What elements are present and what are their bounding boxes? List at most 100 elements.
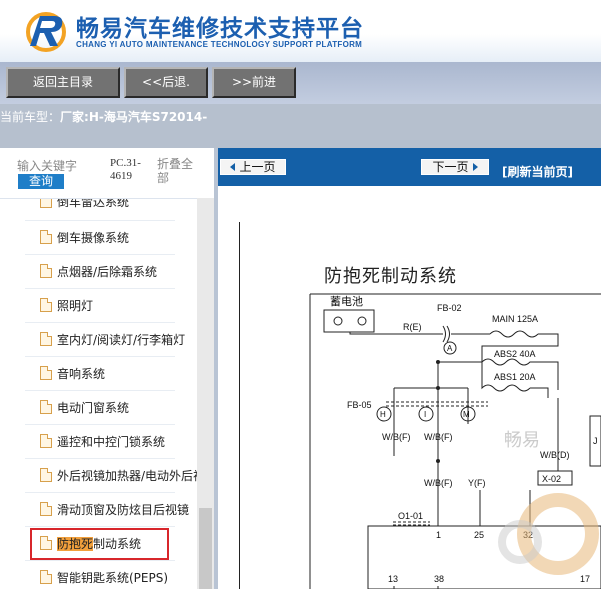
divider bbox=[25, 356, 175, 357]
connector-i-label: I bbox=[424, 410, 426, 419]
connector-label: X-02 bbox=[542, 474, 561, 484]
document-icon bbox=[40, 298, 52, 312]
divider bbox=[25, 458, 175, 459]
divider bbox=[25, 288, 175, 289]
tree-item[interactable]: 倒车雷达系统 bbox=[40, 198, 197, 213]
tree-item[interactable]: 照明灯 bbox=[40, 295, 197, 317]
arrow-left-icon bbox=[230, 163, 236, 171]
tree-item[interactable]: 遥控和中控门锁系统 bbox=[40, 431, 197, 453]
pin-label: 32 bbox=[523, 530, 533, 540]
fuse-abs2-label: ABS2 40A bbox=[494, 349, 536, 359]
connector-a-label: A bbox=[447, 344, 453, 353]
wire-label: W/B(D) bbox=[540, 450, 570, 460]
divider bbox=[25, 492, 175, 493]
current-vehicle: 当前车型：厂家:H-海马汽车S72014- bbox=[0, 108, 207, 125]
next-page-label: 下一页 bbox=[432, 160, 469, 174]
document-icon bbox=[40, 434, 52, 448]
tree-item[interactable]: 电动门窗系统 bbox=[40, 397, 197, 419]
arrow-right-icon bbox=[472, 163, 478, 171]
tree-item[interactable]: 滑动顶窗及防炫目后视镜 bbox=[40, 499, 197, 521]
tree-item-label: 智能钥匙系统(PEPS) bbox=[57, 571, 169, 585]
divider bbox=[25, 220, 175, 221]
site-subtitle: CHANG YI AUTO MAINTENANCE TECHNOLOGY SUP… bbox=[76, 40, 363, 49]
fuse-main-label: MAIN 125A bbox=[492, 314, 538, 324]
document-icon bbox=[40, 468, 52, 482]
pin-label: 38 bbox=[434, 574, 444, 584]
tree-item[interactable]: 音响系统 bbox=[40, 363, 197, 385]
tree-item[interactable]: 智能钥匙系统(PEPS) bbox=[40, 567, 197, 589]
tree-scrollbar[interactable] bbox=[197, 198, 214, 589]
pin-label: 25 bbox=[474, 530, 484, 540]
left-panel: 输入关键字 查询 PC.31-4619 折叠全部 倒车雷达系统 倒车摄像系统 点… bbox=[0, 148, 214, 589]
wiring-diagram: 蓄电池 R(E) FB-02 A MAIN 125A ABS2 40A ABS1… bbox=[309, 293, 601, 589]
tree-item-label: 倒车摄像系统 bbox=[57, 231, 130, 245]
tree-item-label: 室内灯/阅读灯/行李箱灯 bbox=[57, 333, 186, 347]
pin-label: 17 bbox=[580, 574, 590, 584]
tree-item-label: 点烟器/后除霜系统 bbox=[57, 265, 158, 279]
document-icon bbox=[40, 332, 52, 346]
scrollbar-thumb[interactable] bbox=[199, 508, 212, 589]
search-input[interactable]: 输入关键字 bbox=[17, 157, 105, 174]
nav-bar: 返回主目录 <<后退. >>前进 bbox=[0, 62, 601, 104]
document-icon bbox=[40, 570, 52, 584]
divider bbox=[25, 390, 175, 391]
site-title: 畅易汽车维修技术支持平台 bbox=[76, 16, 364, 42]
document-icon bbox=[40, 264, 52, 278]
battery-label: 蓄电池 bbox=[330, 295, 363, 308]
tree-item-label: 音响系统 bbox=[57, 367, 106, 381]
forward-button[interactable]: >>前进 bbox=[212, 67, 296, 98]
search-area: 输入关键字 查询 PC.31-4619 折叠全部 bbox=[0, 148, 214, 198]
pc-code: PC.31-4619 bbox=[110, 157, 141, 182]
divider bbox=[25, 424, 175, 425]
prev-page-label: 上一页 bbox=[239, 160, 276, 174]
collapse-all-button[interactable]: 折叠全部 bbox=[157, 157, 197, 185]
wire-label: W/B(F) bbox=[424, 478, 453, 488]
document-icon bbox=[40, 400, 52, 414]
wire-label: Y(F) bbox=[468, 478, 486, 488]
refresh-page-link[interactable]: [刷新当前页] bbox=[502, 163, 573, 180]
wire-label: R(E) bbox=[403, 322, 422, 332]
logo-icon bbox=[26, 12, 66, 52]
wire-label: W/B(F) bbox=[382, 432, 411, 442]
tree-item-label: 外后视镜加热器/电动外后视镜 bbox=[57, 469, 197, 483]
tree-item-label: 电动门窗系统 bbox=[57, 401, 130, 415]
home-button[interactable]: 返回主目录 bbox=[6, 67, 120, 98]
document-icon bbox=[40, 366, 52, 380]
next-page-button[interactable]: 下一页 bbox=[421, 159, 489, 175]
connector-label: FB-02 bbox=[437, 303, 462, 313]
document-panel: 上一页 下一页 [刷新当前页] 防抱死制动系统 蓄电池 R(E) FB-02 A… bbox=[218, 148, 601, 589]
connector-m-label: M bbox=[463, 410, 470, 419]
prev-page-button[interactable]: 上一页 bbox=[220, 159, 286, 175]
tree-item-label: 倒车雷达系统 bbox=[57, 198, 130, 209]
vehicle-value: 厂家:H-海马汽车S72014- bbox=[60, 110, 208, 124]
tree-item-label: 遥控和中控门锁系统 bbox=[57, 435, 166, 449]
wire-label: W/B(F) bbox=[424, 432, 453, 442]
fuse-abs1-label: ABS1 20A bbox=[494, 372, 536, 382]
divider bbox=[25, 322, 175, 323]
vehicle-label: 当前车型： bbox=[0, 110, 61, 124]
connector-label: O1-01 bbox=[398, 511, 423, 521]
connector-label: J bbox=[593, 436, 598, 446]
back-button[interactable]: <<后退. bbox=[124, 67, 208, 98]
document-icon bbox=[40, 199, 52, 208]
document-icon bbox=[40, 230, 52, 244]
tree-item[interactable]: 室内灯/阅读灯/行李箱灯 bbox=[40, 329, 197, 351]
tree-item[interactable]: 倒车摄像系统 bbox=[40, 227, 197, 249]
search-button[interactable]: 查询 bbox=[18, 174, 64, 189]
document-icon bbox=[40, 502, 52, 516]
tree-item-label: 照明灯 bbox=[57, 299, 94, 313]
document-toolbar: 上一页 下一页 [刷新当前页] bbox=[218, 148, 601, 186]
vehicle-bar: 当前车型：厂家:H-海马汽车S72014- bbox=[0, 104, 601, 148]
divider bbox=[25, 526, 175, 527]
divider bbox=[25, 254, 175, 255]
selection-highlight-box bbox=[30, 528, 169, 560]
header: 畅易汽车维修技术支持平台 CHANG YI AUTO MAINTENANCE T… bbox=[0, 0, 601, 62]
pin-label: 1 bbox=[436, 530, 441, 540]
document-content: 防抱死制动系统 蓄电池 R(E) FB-02 A MAIN 125A ABS2 … bbox=[218, 186, 601, 589]
tree-item[interactable]: 外后视镜加热器/电动外后视镜 bbox=[40, 465, 197, 487]
tree-item-label: 滑动顶窗及防炫目后视镜 bbox=[57, 503, 190, 517]
divider bbox=[25, 560, 175, 561]
connector-label: FB-05 bbox=[347, 400, 372, 410]
pin-label: 13 bbox=[388, 574, 398, 584]
tree-item[interactable]: 点烟器/后除霜系统 bbox=[40, 261, 197, 283]
